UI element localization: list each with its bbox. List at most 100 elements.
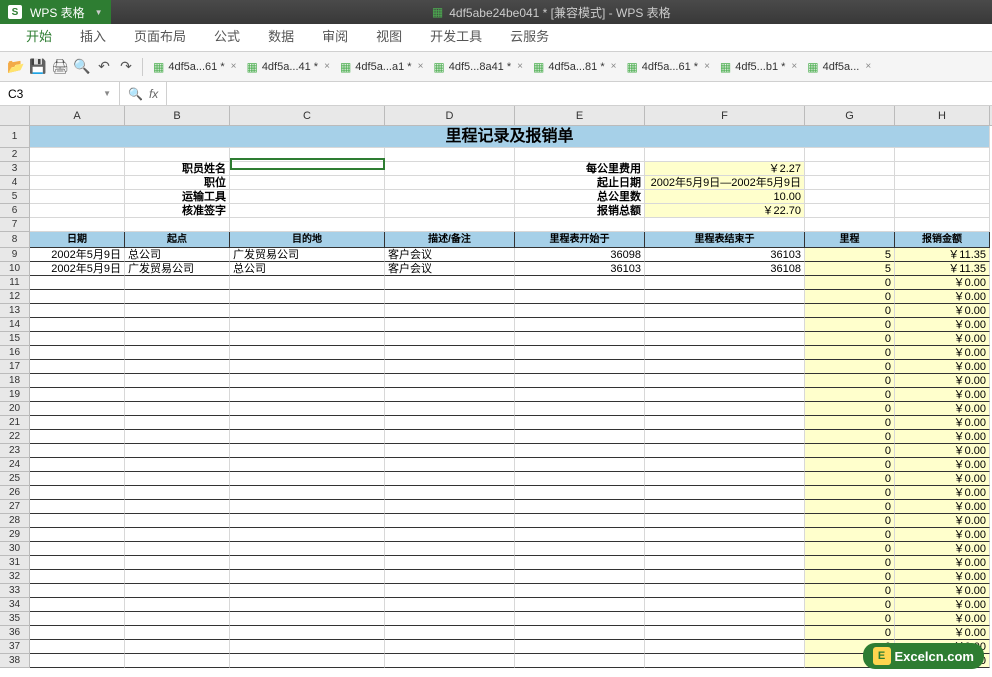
cell[interactable]	[30, 290, 125, 304]
cell[interactable]	[385, 388, 515, 402]
cell[interactable]	[230, 190, 385, 204]
cell[interactable]	[230, 304, 385, 318]
cell[interactable]	[125, 486, 230, 500]
cell[interactable]	[895, 162, 990, 176]
cell[interactable]	[385, 360, 515, 374]
cell[interactable]	[230, 472, 385, 486]
cell[interactable]	[230, 290, 385, 304]
cell[interactable]: 0	[805, 444, 895, 458]
cell[interactable]: ￥0.00	[895, 444, 990, 458]
cell[interactable]	[515, 514, 645, 528]
cell[interactable]	[385, 640, 515, 654]
cell[interactable]: ￥0.00	[895, 416, 990, 430]
cell[interactable]: 客户会议	[385, 248, 515, 262]
cell[interactable]	[515, 528, 645, 542]
cell[interactable]	[125, 626, 230, 640]
column-header[interactable]: E	[515, 106, 645, 125]
cell[interactable]: 报销金额	[895, 232, 990, 248]
cell[interactable]	[515, 402, 645, 416]
ribbon-tab-5[interactable]: 审阅	[308, 20, 362, 51]
cell[interactable]	[385, 416, 515, 430]
cell[interactable]	[125, 514, 230, 528]
cell[interactable]: ￥0.00	[895, 472, 990, 486]
cell[interactable]	[895, 148, 990, 162]
row-header[interactable]: 21	[0, 416, 30, 430]
cell[interactable]	[385, 472, 515, 486]
cell[interactable]: ￥0.00	[895, 290, 990, 304]
cell[interactable]: 0	[805, 542, 895, 556]
cell[interactable]	[515, 640, 645, 654]
cell[interactable]	[125, 598, 230, 612]
cell[interactable]: 0	[805, 570, 895, 584]
cell[interactable]	[645, 276, 805, 290]
column-header[interactable]: F	[645, 106, 805, 125]
cell[interactable]: ￥0.00	[895, 374, 990, 388]
cell[interactable]	[645, 584, 805, 598]
cell[interactable]: 里程	[805, 232, 895, 248]
cell[interactable]	[645, 218, 805, 232]
cell[interactable]	[805, 162, 895, 176]
row-header[interactable]: 32	[0, 570, 30, 584]
cell[interactable]: 0	[805, 584, 895, 598]
row-header[interactable]: 1	[0, 126, 30, 148]
cell[interactable]	[30, 528, 125, 542]
document-tab[interactable]: ▦4df5a...81 *×	[529, 58, 620, 76]
cell[interactable]: 2002年5月9日	[30, 262, 125, 276]
cell[interactable]	[125, 402, 230, 416]
cell[interactable]	[645, 542, 805, 556]
cell[interactable]	[515, 542, 645, 556]
cell[interactable]: 2002年5月9日	[30, 248, 125, 262]
cell[interactable]	[30, 318, 125, 332]
cell[interactable]	[645, 570, 805, 584]
cell[interactable]: 0	[805, 304, 895, 318]
cell[interactable]	[30, 148, 125, 162]
cell[interactable]	[645, 318, 805, 332]
cell[interactable]	[30, 626, 125, 640]
row-header[interactable]: 34	[0, 598, 30, 612]
cell[interactable]: 0	[805, 598, 895, 612]
row-header[interactable]: 18	[0, 374, 30, 388]
cell[interactable]: 报销总额	[515, 204, 645, 218]
cell[interactable]	[30, 360, 125, 374]
cell[interactable]: ￥0.00	[895, 612, 990, 626]
cell[interactable]	[30, 218, 125, 232]
cell[interactable]	[30, 190, 125, 204]
column-header[interactable]: H	[895, 106, 990, 125]
cell[interactable]	[230, 332, 385, 346]
cell[interactable]: 广发贸易公司	[125, 262, 230, 276]
close-icon[interactable]: ×	[324, 61, 330, 72]
cell[interactable]: 36103	[515, 262, 645, 276]
cell[interactable]	[125, 346, 230, 360]
row-header[interactable]: 37	[0, 640, 30, 654]
row-header[interactable]: 9	[0, 248, 30, 262]
cell[interactable]: ￥11.35	[895, 262, 990, 276]
cell[interactable]	[385, 570, 515, 584]
cell[interactable]	[30, 584, 125, 598]
close-icon[interactable]: ×	[611, 61, 617, 72]
select-all-corner[interactable]	[0, 106, 30, 126]
cell[interactable]: 0	[805, 402, 895, 416]
cell[interactable]	[515, 556, 645, 570]
cell[interactable]	[125, 444, 230, 458]
cell[interactable]	[125, 416, 230, 430]
cell[interactable]: ￥11.35	[895, 248, 990, 262]
cell[interactable]: 目的地	[230, 232, 385, 248]
cell[interactable]	[645, 556, 805, 570]
cell[interactable]	[30, 388, 125, 402]
cell[interactable]	[645, 486, 805, 500]
cell[interactable]	[515, 346, 645, 360]
cell[interactable]	[515, 444, 645, 458]
cell[interactable]: 0	[805, 388, 895, 402]
cell[interactable]: 0	[805, 332, 895, 346]
cell[interactable]	[125, 584, 230, 598]
print-preview-icon[interactable]: 🔍	[72, 57, 92, 77]
cell[interactable]: 描述/备注	[385, 232, 515, 248]
cell[interactable]	[125, 360, 230, 374]
cell[interactable]	[125, 612, 230, 626]
cell[interactable]	[30, 514, 125, 528]
cell[interactable]	[645, 402, 805, 416]
cell[interactable]	[515, 472, 645, 486]
cell[interactable]	[645, 374, 805, 388]
cell[interactable]	[385, 598, 515, 612]
cell[interactable]: 2002年5月9日—2002年5月9日	[645, 176, 805, 190]
